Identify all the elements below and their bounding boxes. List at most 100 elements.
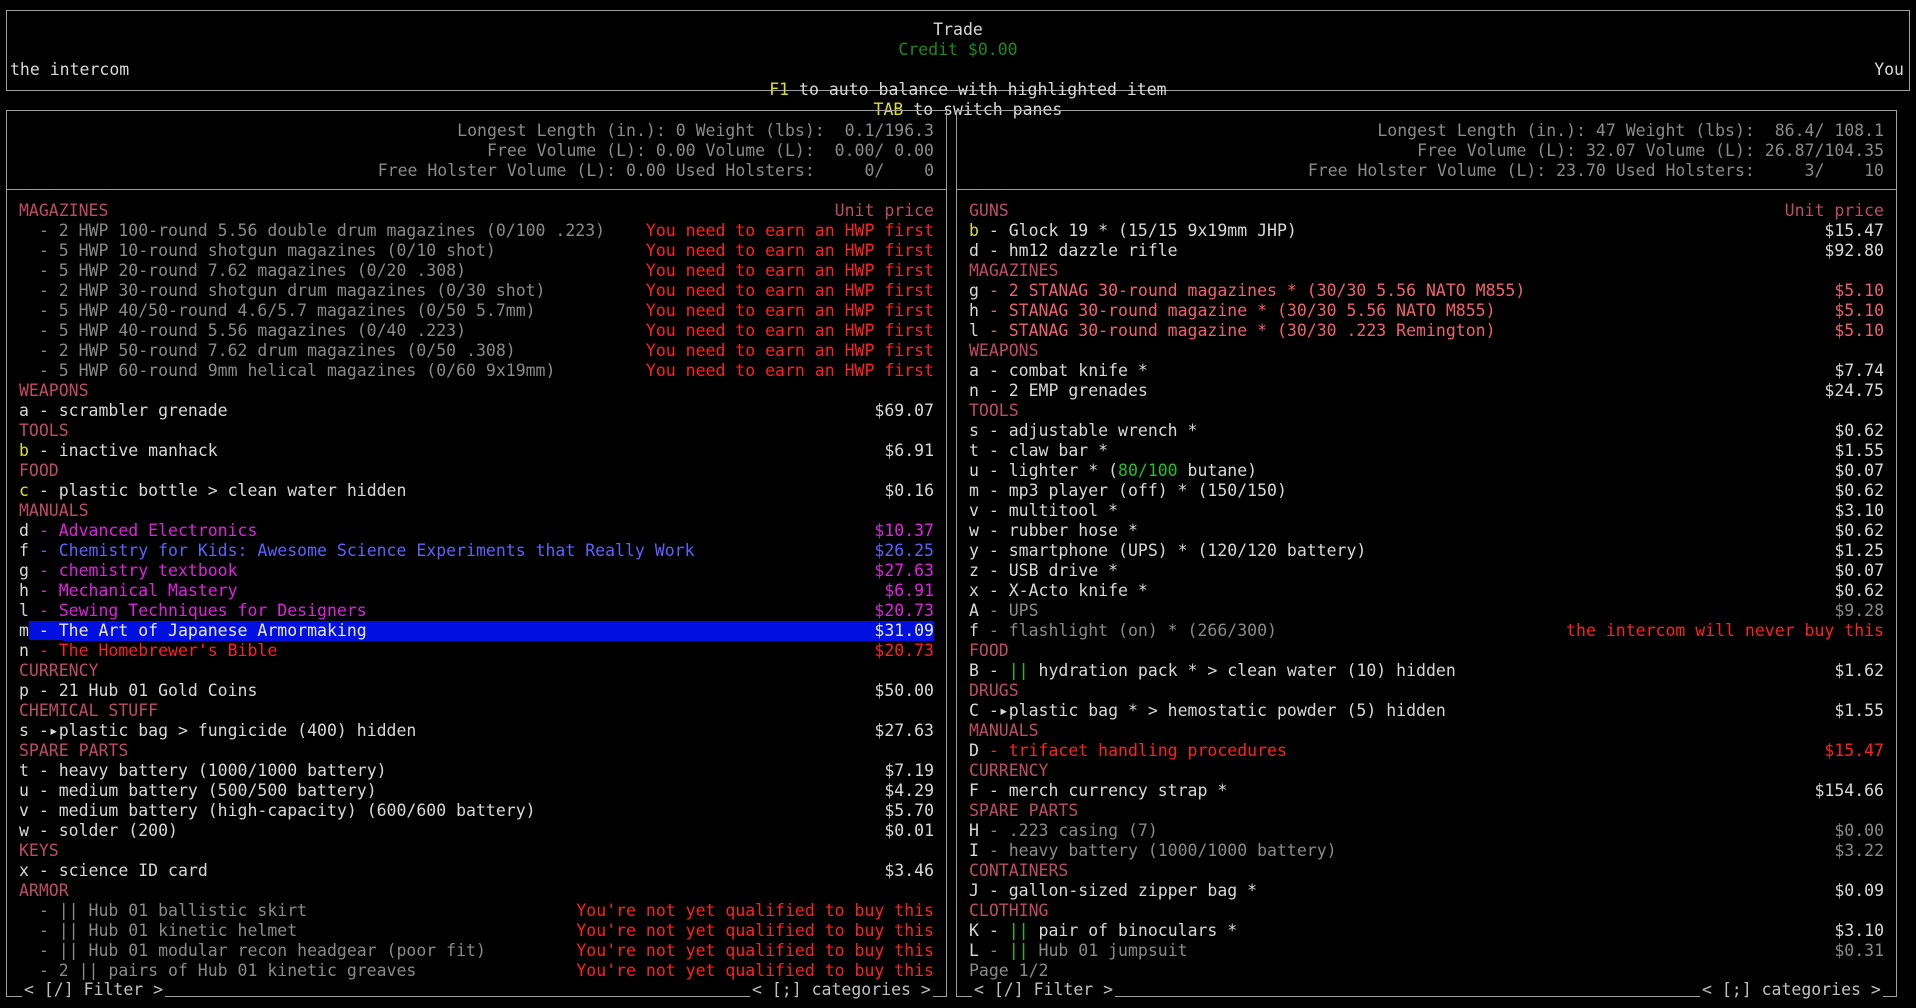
item-row[interactable]: w - rubber hose * $0.62: [957, 521, 1896, 541]
item-row[interactable]: F - merch currency strap * $154.66: [957, 781, 1896, 801]
item-hotkey: u: [969, 461, 979, 480]
item-row[interactable]: H - .223 casing (7) $0.00: [957, 821, 1896, 841]
item-name: - 5 HWP 20-round 7.62 magazines (0/20 .3…: [19, 261, 466, 281]
item-hotkey: w: [969, 521, 979, 540]
item-price: $10.37: [874, 521, 934, 540]
left-stat-volume: Free Volume (L): 0.00 Volume (L): 0.00/ …: [486, 141, 934, 160]
category-text: CONTAINERS: [969, 861, 1069, 880]
item-row[interactable]: u - lighter * (80/100 butane) $0.07: [957, 461, 1896, 481]
item-price: $1.62: [1834, 661, 1884, 680]
item-row[interactable]: s - adjustable wrench * $0.62: [957, 421, 1896, 441]
item-row[interactable]: a - combat knife * $7.74: [957, 361, 1896, 381]
category-label: CHEMICAL STUFF: [19, 701, 158, 721]
item-row[interactable]: - || Hub 01 kinetic helmet You're not yet…: [7, 921, 946, 941]
item-row[interactable]: h - STANAG 30-round magazine * (30/30 5.…: [957, 301, 1896, 321]
item-name: B - || hydration pack * > clean water (1…: [969, 661, 1456, 681]
item-hotkey: y: [969, 541, 979, 560]
item-row[interactable]: y - smartphone (UPS) * (120/120 battery)…: [957, 541, 1896, 561]
left-filter-button[interactable]: < [/] Filter >: [22, 980, 166, 1000]
item-row[interactable]: a - scrambler grenade $69.07: [7, 401, 946, 421]
item-row[interactable]: d - Advanced Electronics $10.37: [7, 521, 946, 541]
item-row[interactable]: n - 2 EMP grenades $24.75: [957, 381, 1896, 401]
item-name: c - plastic bottle > clean water hidden: [19, 481, 406, 501]
right-stat-volume: Free Volume (L): 32.07 Volume (L): 26.87…: [1417, 141, 1884, 160]
item-name: g - chemistry textbook: [19, 561, 238, 581]
item-row[interactable]: m - The Art of Japanese Armormaking $31.0…: [7, 621, 946, 641]
left-categories-button[interactable]: < [;] categories >: [750, 980, 933, 1000]
category-label: KEYS: [19, 841, 59, 861]
item-label: - combat knife *: [978, 361, 1148, 380]
item-label: - hm12 dazzle rifle: [978, 241, 1178, 260]
item-hotkey: s: [969, 421, 979, 440]
item-row[interactable]: - || Hub 01 modular recon headgear (poor…: [7, 941, 946, 961]
item-row[interactable]: K - || pair of binoculars * $3.10: [957, 921, 1896, 941]
item-row[interactable]: A - UPS $9.28: [957, 601, 1896, 621]
item-row[interactable]: u - medium battery (500/500 battery) $4.2…: [7, 781, 946, 801]
item-label-rest: pair of binoculars *: [1028, 921, 1238, 940]
item-row[interactable]: w - solder (200) $0.01: [7, 821, 946, 841]
item-row[interactable]: - 2 || pairs of Hub 01 kinetic greaves Yo…: [7, 961, 946, 981]
item-row[interactable]: B - || hydration pack * > clean water (1…: [957, 661, 1896, 681]
item-row[interactable]: n - The Homebrewer's Bible $20.73: [7, 641, 946, 661]
category-label: FOOD: [969, 641, 1009, 661]
right-filter-button[interactable]: < [/] Filter >: [972, 980, 1116, 1000]
item-row[interactable]: f - Chemistry for Kids: Awesome Science …: [7, 541, 946, 561]
item-price: You need to earn an HWP first: [645, 241, 934, 260]
item-row[interactable]: b - Glock 19 * (15/15 9x19mm JHP) $15.47: [957, 221, 1896, 241]
item-row[interactable]: z - USB drive * $0.07: [957, 561, 1896, 581]
item-row[interactable]: D - trifacet handling procedures $15.47: [957, 741, 1896, 761]
item-row[interactable]: t - heavy battery (1000/1000 battery) $7.…: [7, 761, 946, 781]
item-name: a - combat knife *: [969, 361, 1148, 381]
item-hotkey: v: [969, 501, 979, 520]
item-label: - lighter * (: [978, 461, 1119, 480]
item-row[interactable]: l - STANAG 30-round magazine * (30/30 .2…: [957, 321, 1896, 341]
item-price: You need to earn an HWP first: [645, 221, 934, 240]
item-row[interactable]: I - heavy battery (1000/1000 battery) $3.…: [957, 841, 1896, 861]
item-row[interactable]: x - X-Acto knife * $0.62: [957, 581, 1896, 601]
item-row[interactable]: v - multitool * $3.10: [957, 501, 1896, 521]
item-name: d - hm12 dazzle rifle: [969, 241, 1178, 261]
item-row[interactable]: - 2 HWP 100-round 5.56 double drum magaz…: [7, 221, 946, 241]
item-row[interactable]: m - mp3 player (off) * (150/150) $0.62: [957, 481, 1896, 501]
item-row[interactable]: - 5 HWP 40-round 5.56 magazines (0/40 .2…: [7, 321, 946, 341]
item-row[interactable]: C -▸plastic bag * > hemostatic powder (5…: [957, 701, 1896, 721]
item-label: - 21 Hub 01 Gold Coins: [28, 681, 258, 700]
item-price: $27.63: [874, 561, 934, 580]
item-row[interactable]: - || Hub 01 ballistic skirt You're not ye…: [7, 901, 946, 921]
item-row[interactable]: p - 21 Hub 01 Gold Coins $50.00: [7, 681, 946, 701]
item-row[interactable]: f - flashlight (on) * (266/300) the inter…: [957, 621, 1896, 641]
item-name: F - merch currency strap *: [969, 781, 1227, 801]
item-price: $9.28: [1834, 601, 1884, 620]
npc-inventory-pane[interactable]: Longest Length (in.): 0 Weight (lbs): 0.…: [6, 110, 947, 997]
item-row[interactable]: c - plastic bottle > clean water hidden $…: [7, 481, 946, 501]
item-row[interactable]: - 5 HWP 10-round shotgun magazines (0/10…: [7, 241, 946, 261]
item-row[interactable]: - 5 HWP 20-round 7.62 magazines (0/20 .3…: [7, 261, 946, 281]
item-row[interactable]: h - Mechanical Mastery $6.91: [7, 581, 946, 601]
item-row[interactable]: - 5 HWP 60-round 9mm helical magazines (…: [7, 361, 946, 381]
item-row[interactable]: x - science ID card $3.46: [7, 861, 946, 881]
item-row[interactable]: g - 2 STANAG 30-round magazines * (30/30…: [957, 281, 1896, 301]
item-row[interactable]: b - inactive manhack $6.91: [7, 441, 946, 461]
item-label: - solder (200): [28, 821, 178, 840]
player-inventory-pane[interactable]: Longest Length (in.): 47 Weight (lbs): 8…: [956, 110, 1897, 997]
item-row[interactable]: l - Sewing Techniques for Designers $20.7…: [7, 601, 946, 621]
item-label-rest: hydration pack * > clean water (10) hidd…: [1028, 661, 1456, 680]
page-indicator: Page 1/2: [969, 961, 1049, 980]
item-row[interactable]: s -▸plastic bag > fungicide (400) hidden…: [7, 721, 946, 741]
item-row[interactable]: d - hm12 dazzle rifle $92.80: [957, 241, 1896, 261]
category-header: TOOLS: [7, 421, 946, 441]
item-row[interactable]: - 5 HWP 40/50-round 4.6/5.7 magazines (0…: [7, 301, 946, 321]
item-row[interactable]: J - gallon-sized zipper bag * $0.09: [957, 881, 1896, 901]
item-label: - trifacet handling procedures: [978, 741, 1287, 760]
item-name: n - The Homebrewer's Bible: [19, 641, 277, 661]
item-label: - rubber hose *: [978, 521, 1138, 540]
item-row[interactable]: v - medium battery (high-capacity) (600/…: [7, 801, 946, 821]
item-row[interactable]: g - chemistry textbook $27.63: [7, 561, 946, 581]
right-categories-button[interactable]: < [;] categories >: [1700, 980, 1883, 1000]
category-label: CURRENCY: [969, 761, 1048, 781]
item-row[interactable]: - 2 HWP 30-round shotgun drum magazines …: [7, 281, 946, 301]
item-row[interactable]: L - || Hub 01 jumpsuit $0.31: [957, 941, 1896, 961]
item-row[interactable]: - 2 HWP 50-round 7.62 drum magazines (0/…: [7, 341, 946, 361]
item-row[interactable]: t - claw bar * $1.55: [957, 441, 1896, 461]
item-name: s -▸plastic bag > fungicide (400) hidden: [19, 721, 416, 741]
